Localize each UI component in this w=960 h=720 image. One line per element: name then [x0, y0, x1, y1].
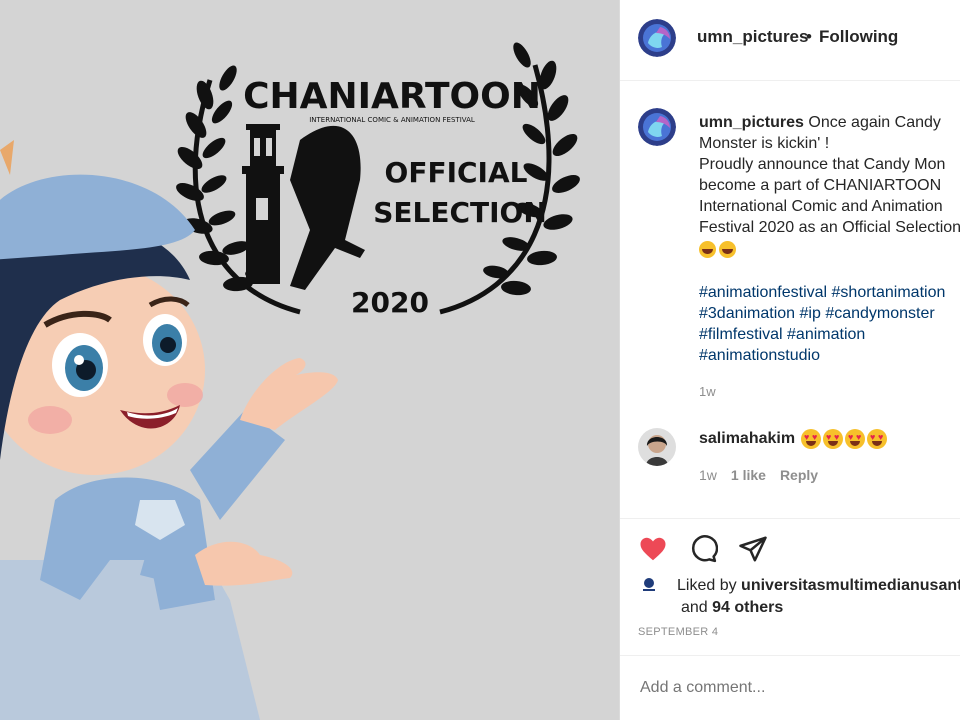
caption-avatar[interactable]: [638, 108, 676, 146]
header-username[interactable]: umn_pictures: [697, 27, 808, 47]
liked-by-and: and: [681, 599, 713, 616]
selection-line-2: SELECTION: [373, 196, 547, 229]
hashtags-line-1[interactable]: #animationfestival #shortanimation: [699, 282, 960, 303]
heart-eyes-emoji-icon: ♥ ♥: [867, 429, 887, 449]
others-likes-link[interactable]: 94 others: [712, 599, 783, 616]
liked-by-prefix: Liked by: [677, 577, 742, 594]
caption-emoji-row: [699, 239, 960, 260]
hashtags-line-4[interactable]: #animationstudio: [699, 345, 960, 366]
header-separator: •: [806, 27, 812, 46]
post-date[interactable]: SEPTEMBER 4: [638, 626, 718, 638]
comment-timestamp[interactable]: 1w: [699, 467, 717, 483]
caption-timestamp[interactable]: 1w: [699, 384, 716, 399]
face-emoji-icon: [719, 241, 736, 259]
post-image[interactable]: CHANIARTOON INTERNATIONAL COMIC & ANIMAT…: [0, 0, 619, 720]
caption-line-6: Festival 2020 as an Official Selection: [699, 219, 960, 236]
comment-emoji-text: ♥ ♥ ♥ ♥ ♥ ♥ ♥ ♥: [801, 429, 887, 449]
liker-avatar[interactable]: [640, 576, 658, 594]
reply-button[interactable]: Reply: [780, 467, 818, 483]
post-header: umn_pictures • Following: [620, 0, 960, 81]
hashtags-line-2[interactable]: #3danimation #ip #candymonster: [699, 303, 960, 324]
caption-username[interactable]: umn_pictures: [699, 114, 804, 131]
umn-logo-icon: [638, 108, 676, 146]
caption-line-1: Once again Candy: [803, 114, 941, 131]
liker-username[interactable]: universitasmultimedianusant: [741, 577, 960, 594]
caption-line-2: Monster is kickin' !: [699, 135, 830, 152]
heart-eyes-emoji-icon: ♥ ♥: [801, 429, 821, 449]
comment-username[interactable]: salimahakim: [699, 430, 795, 448]
selection-line-1: OFFICIAL: [385, 156, 528, 189]
comment-likes[interactable]: 1 like: [731, 467, 766, 483]
following-button[interactable]: Following: [819, 27, 898, 47]
lighthouse-logo: [242, 124, 365, 290]
caption-line-5: International Comic and Animation: [699, 198, 943, 215]
share-icon[interactable]: [738, 534, 768, 564]
commenter-avatar[interactable]: [638, 428, 676, 466]
profile-photo-icon: [638, 428, 676, 466]
post-artwork: CHANIARTOON INTERNATIONAL COMIC & ANIMAT…: [0, 42, 580, 720]
comment-meta: 1w 1 like Reply: [699, 467, 818, 483]
face-emoji-icon: [699, 241, 716, 259]
festival-subtitle: INTERNATIONAL COMIC & ANIMATION FESTIVAL: [309, 116, 475, 124]
add-comment-input[interactable]: [638, 678, 942, 698]
post-caption: umn_pictures Once again Candy Monster is…: [699, 112, 960, 260]
caption-hashtags: #animationfestival #shortanimation #3dan…: [699, 282, 960, 366]
section-divider: [620, 518, 960, 519]
hashtags-line-3[interactable]: #filmfestival #animation: [699, 324, 960, 345]
post-details-panel: umn_pictures • Following umn_pictures On…: [620, 0, 960, 720]
selection-year: 2020: [351, 286, 429, 319]
caption-line-4: become a part of CHANIARTOON: [699, 177, 942, 194]
globe-logo-icon: [640, 576, 658, 594]
festival-name: CHANIARTOON: [243, 76, 541, 117]
heart-eyes-emoji-icon: ♥ ♥: [823, 429, 843, 449]
avatar[interactable]: [638, 19, 676, 57]
heart-icon[interactable]: [638, 534, 668, 564]
action-bar: [638, 534, 768, 564]
heart-eyes-emoji-icon: ♥ ♥: [845, 429, 865, 449]
liked-by: Liked by universitasmultimedianusant and…: [677, 575, 960, 619]
cartoon-character: [0, 140, 338, 720]
umn-logo-icon: [638, 19, 676, 57]
section-divider: [620, 655, 960, 656]
comment-icon[interactable]: [688, 534, 719, 564]
caption-line-3: Proudly announce that Candy Mon: [699, 156, 946, 173]
